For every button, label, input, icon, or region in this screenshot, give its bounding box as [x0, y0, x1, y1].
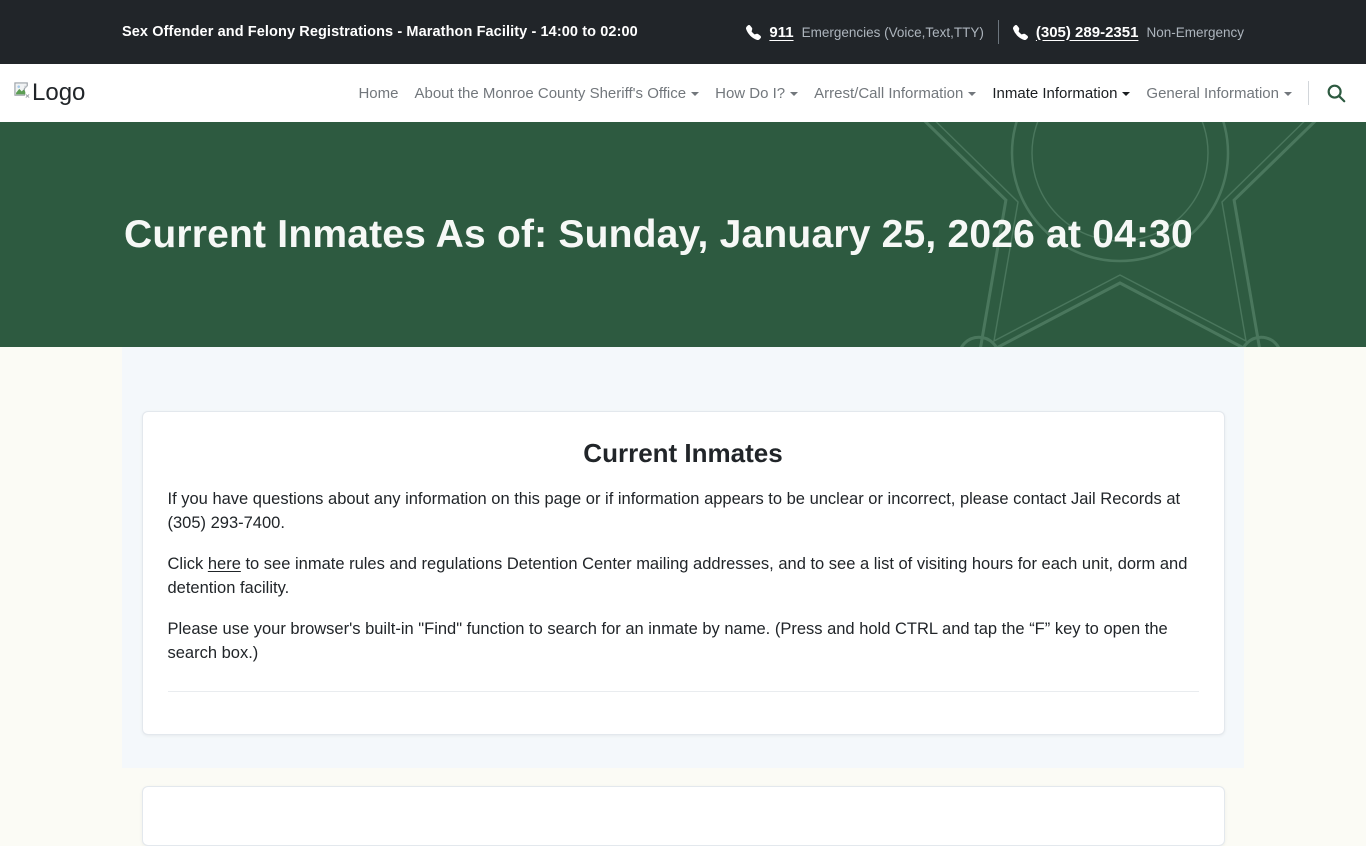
main-content-area: Current Inmates If you have questions ab…	[0, 347, 1366, 768]
nav-item-home[interactable]: Home	[350, 77, 406, 110]
chevron-down-icon	[968, 92, 976, 96]
emergency-label: Emergencies (Voice,Text,TTY)	[802, 25, 984, 40]
nav-item-inmate-information[interactable]: Inmate Information	[984, 77, 1138, 110]
rules-paragraph-pre: Click	[168, 555, 208, 573]
nav-item-how-do-i[interactable]: How Do I?	[707, 77, 806, 110]
emergency-contact: 911 Emergencies (Voice,Text,TTY)	[746, 24, 984, 41]
main-navbar: Logo Home About the Monroe County Sherif…	[0, 64, 1366, 122]
nav-item-arrest-call-information[interactable]: Arrest/Call Information	[806, 77, 984, 110]
chevron-down-icon	[790, 92, 798, 96]
chevron-down-icon	[1284, 92, 1292, 96]
nav-item-label: General Information	[1146, 85, 1279, 102]
topbar-divider	[998, 20, 999, 44]
phone-contacts: 911 Emergencies (Voice,Text,TTY) (305) 2…	[746, 20, 1244, 44]
emergency-number-link[interactable]: 911	[769, 24, 793, 41]
non-emergency-label: Non-Emergency	[1146, 25, 1244, 40]
here-link[interactable]: here	[208, 555, 241, 573]
non-emergency-contact: (305) 289-2351 Non-Emergency	[1013, 24, 1244, 41]
nav-item-label: Arrest/Call Information	[814, 85, 963, 102]
current-inmates-card: Current Inmates If you have questions ab…	[142, 411, 1225, 735]
nav-divider	[1308, 81, 1309, 105]
page-title: Current Inmates As of: Sunday, January 2…	[0, 213, 1193, 257]
registration-announcement: Sex Offender and Felony Registrations - …	[122, 24, 638, 40]
nav-item-about[interactable]: About the Monroe County Sheriff's Office	[406, 77, 707, 110]
logo-alt-text: Logo	[32, 79, 85, 108]
nav-item-label: How Do I?	[715, 85, 785, 102]
nav-item-label: About the Monroe County Sheriff's Office	[414, 85, 686, 102]
rules-paragraph-post: to see inmate rules and regulations Dete…	[168, 555, 1188, 597]
chevron-down-icon	[1122, 92, 1130, 96]
search-icon	[1325, 82, 1347, 104]
nav-item-label: Inmate Information	[992, 85, 1117, 102]
hero-banner: Current Inmates As of: Sunday, January 2…	[0, 122, 1366, 347]
find-instructions-paragraph: Please use your browser's built-in "Find…	[168, 617, 1199, 665]
content-column: Current Inmates If you have questions ab…	[122, 347, 1244, 768]
non-emergency-number-link[interactable]: (305) 289-2351	[1036, 24, 1139, 41]
nav-item-general-information[interactable]: General Information	[1138, 77, 1300, 110]
phone-icon	[746, 25, 761, 40]
contact-info-paragraph: If you have questions about any informat…	[168, 487, 1199, 535]
logo-link[interactable]: Logo	[13, 79, 85, 108]
card-title: Current Inmates	[168, 438, 1199, 469]
broken-image-icon	[13, 81, 32, 99]
rules-paragraph: Click here to see inmate rules and regul…	[168, 552, 1199, 600]
top-utility-bar: Sex Offender and Felony Registrations - …	[0, 0, 1366, 64]
nav-item-label: Home	[358, 85, 398, 102]
chevron-down-icon	[691, 92, 699, 96]
nav-links: Home About the Monroe County Sheriff's O…	[350, 77, 1353, 110]
phone-icon	[1013, 25, 1028, 40]
search-button[interactable]	[1319, 78, 1353, 108]
inmate-list-card-partial	[142, 786, 1225, 846]
